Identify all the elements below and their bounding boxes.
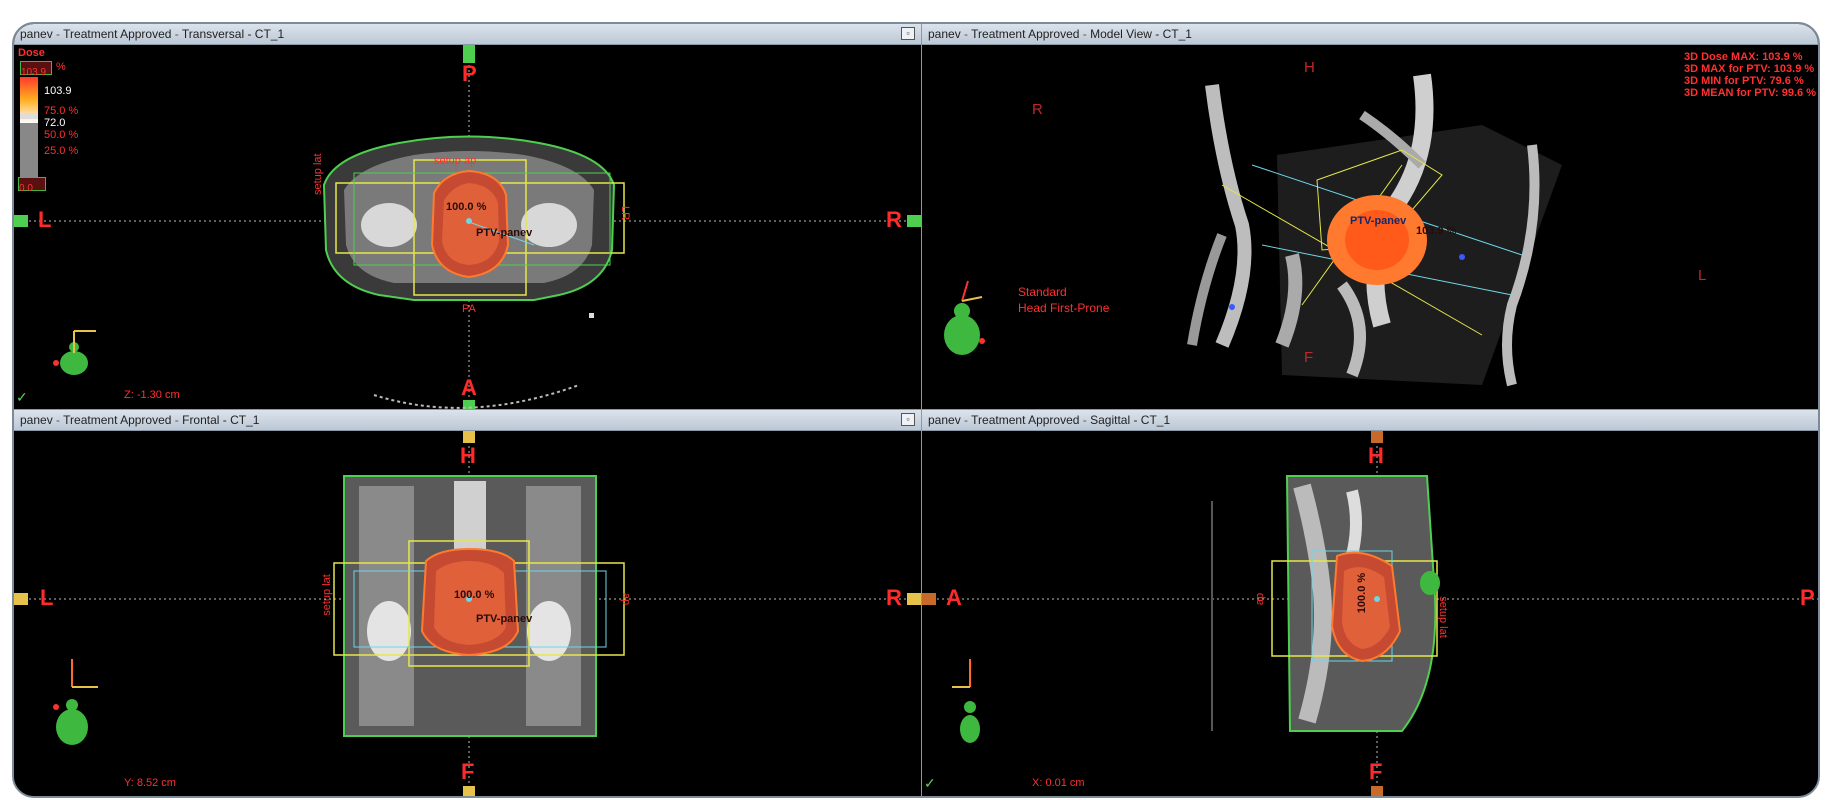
orientation-top-label: H — [1368, 443, 1384, 468]
frontal-title-bar: panev - Treatment Approved - Frontal - C… — [14, 410, 921, 431]
field-label-left: setup lat — [312, 153, 324, 195]
dose-unit: % — [56, 61, 66, 73]
field-label-right: LR — [619, 205, 632, 221]
approved-check-icon: ✓ — [924, 775, 936, 791]
title-status: Treatment Approved — [971, 27, 1080, 41]
orientation-bottom-label: F — [461, 759, 475, 784]
title-view: Transversal - CT_1 — [181, 27, 285, 41]
orientation-bottom-label: A — [461, 375, 477, 400]
isodose-label: 100.0 % — [446, 201, 487, 213]
model-l-label: L — [1698, 267, 1707, 284]
title-user: panev — [928, 27, 961, 41]
model-title-bar: panev - Treatment Approved - Model View … — [922, 24, 1818, 45]
isodose-label: 100.0 % — [454, 589, 495, 601]
frontal-view[interactable]: H F L R setup lat ap 100.0 % PTV-panev Y… — [14, 431, 921, 796]
dose-min-box[interactable]: 0.0 — [18, 177, 46, 194]
field-label-left: ap — [1254, 592, 1267, 606]
orientation-left-label: A — [946, 585, 962, 610]
orientation-right-label: R — [886, 207, 902, 232]
title-user: panev — [928, 413, 961, 427]
transversal-view[interactable]: Dose 103.9 % 103.9 75.0 % 72.0 50.0 % 25… — [14, 45, 921, 409]
orientation-line-1: Standard — [1018, 285, 1067, 299]
dose-slider-handle[interactable] — [20, 113, 38, 119]
transversal-title-bar: panev - Treatment Approved - Transversal… — [14, 24, 921, 45]
sagittal-title-bar: panev - Treatment Approved - Sagittal - … — [922, 410, 1818, 431]
title-status: Treatment Approved — [63, 27, 172, 41]
model-view-pane[interactable]: panev - Treatment Approved - Model View … — [922, 24, 1818, 409]
horizontal-splitter[interactable] — [14, 409, 1818, 410]
field-label-right: setup lat — [1436, 596, 1449, 638]
orientation-top-label: P — [462, 61, 477, 86]
ptv-label: PTV-panev — [476, 227, 533, 239]
dose-gray-bar — [20, 123, 38, 183]
field-label-right: ap — [620, 592, 633, 606]
sagittal-image — [922, 431, 1818, 796]
title-view: Frontal - CT_1 — [182, 413, 260, 427]
stat-line: 3D MIN for PTV: 79.6 % — [1683, 75, 1804, 87]
title-view: Sagittal - CT_1 — [1090, 413, 1171, 427]
orientation-right-label: P — [1800, 585, 1815, 610]
model-foot-label: F — [1304, 349, 1314, 366]
model-stats: 3D Dose MAX: 103.9 % 3D MAX for PTV: 103… — [1684, 51, 1816, 99]
transversal-pane[interactable]: panev - Treatment Approved - Transversal… — [14, 24, 921, 409]
stat-line: 3D Dose MAX: 103.9 % — [1683, 51, 1803, 63]
stat-line: 3D MEAN for PTV: 99.6 % — [1683, 87, 1816, 99]
model-view-render[interactable]: H F R L 3D Dose MAX: 103.9 % 3D MAX for … — [922, 45, 1818, 409]
title-user: panev — [20, 27, 53, 41]
ptv-label: PTV-panev — [476, 613, 533, 625]
frontal-pane[interactable]: panev - Treatment Approved - Frontal - C… — [14, 410, 921, 796]
orientation-bottom-label: F — [1369, 759, 1383, 784]
dose-level-2: 50.0 % — [44, 129, 79, 141]
dose-max-value: 103.9 — [44, 85, 72, 97]
dose-max-box[interactable]: 103.9 — [20, 61, 52, 78]
sagittal-view[interactable]: H F A P ap setup lat 100.0 % X: 0.01 cm … — [922, 431, 1818, 796]
title-user: panev — [20, 413, 53, 427]
dose-level-3: 25.0 % — [44, 145, 79, 157]
dose-legend-title: Dose — [18, 47, 45, 59]
vertical-splitter[interactable] — [921, 24, 922, 796]
coordinate-readout: Y: 8.52 cm — [124, 777, 176, 789]
orientation-top-label: H — [460, 443, 476, 468]
isodose-label: 100.0 % — [1356, 572, 1369, 614]
sagittal-pane[interactable]: panev - Treatment Approved - Sagittal - … — [922, 410, 1818, 796]
stat-line: 3D MAX for PTV: 103.9 % — [1683, 63, 1815, 75]
field-label-bottom: PA — [462, 303, 476, 315]
dose-level-0: 75.0 % — [44, 105, 79, 117]
model-3d-render — [944, 73, 1562, 387]
title-view: Model View - CT_1 — [1090, 27, 1192, 41]
orientation-line-2: Head First-Prone — [1018, 301, 1110, 315]
approved-check-icon: ✓ — [16, 389, 28, 405]
field-label-left: setup lat — [320, 574, 333, 616]
orientation-left-label: L — [40, 585, 54, 610]
orientation-right-label: R — [886, 585, 902, 610]
window-frame: panev - Treatment Approved - Transversal… — [12, 22, 1820, 798]
orientation-left-label: L — [38, 207, 52, 232]
dose-level-1: 72.0 — [44, 117, 66, 129]
model-ptv-label: PTV-panev — [1350, 215, 1407, 227]
maximize-button[interactable]: ▫ — [901, 27, 915, 40]
field-label-top: setup ap — [434, 155, 477, 167]
coordinate-readout: X: 0.01 cm — [1032, 777, 1085, 789]
frontal-image — [14, 431, 921, 796]
title-status: Treatment Approved — [971, 413, 1080, 427]
model-dose-label: 103.9 % — [1416, 225, 1457, 237]
model-head-label: H — [1304, 59, 1315, 76]
model-r-label: R — [1032, 101, 1043, 118]
transversal-image — [14, 45, 921, 409]
coordinate-readout: Z: -1.30 cm — [124, 389, 180, 401]
title-status: Treatment Approved — [63, 413, 172, 427]
maximize-button[interactable]: ▫ — [901, 413, 915, 426]
